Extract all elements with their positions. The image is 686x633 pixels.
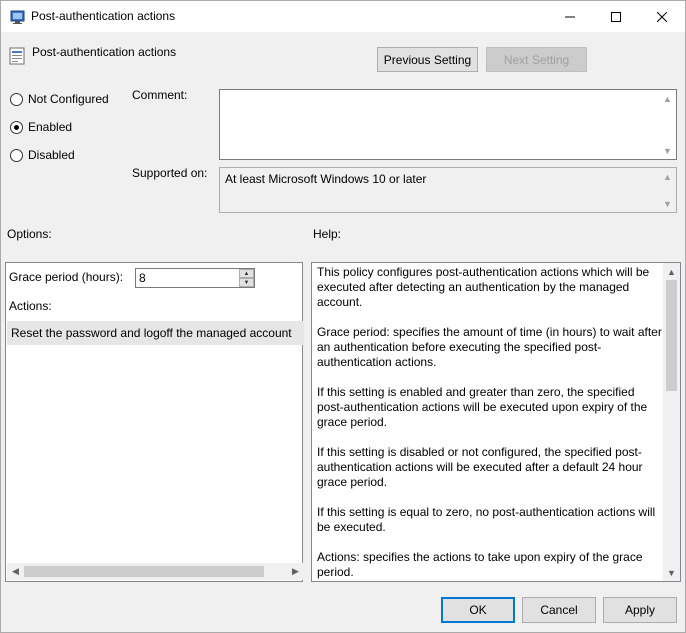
help-panel: This policy configures post-authenticati… [311,262,681,582]
ok-button[interactable]: OK [441,597,515,623]
help-label: Help: [313,227,342,241]
grace-period-value[interactable]: 8 [139,271,146,285]
options-label: Options: [7,227,52,241]
close-icon [657,11,667,22]
scroll-thumb[interactable] [24,566,264,577]
comment-field[interactable]: ▲ ▼ [219,89,677,160]
minimize-icon [565,16,575,17]
scroll-left-icon[interactable]: ◀ [7,563,24,580]
supported-scrollbar[interactable]: ▲ ▼ [659,168,676,212]
supported-on-value: At least Microsoft Windows 10 or later [225,172,427,186]
actions-dropdown[interactable]: Reset the password and logoff the manage… [7,321,304,345]
next-setting-button[interactable]: Next Setting [486,47,587,72]
scroll-up-icon[interactable]: ▲ [663,263,680,280]
minimize-button[interactable] [547,1,593,32]
scroll-up-icon[interactable]: ▲ [659,168,676,185]
close-button[interactable] [639,1,685,32]
help-paragraph: Actions: specifies the actions to take u… [317,550,643,579]
help-scrollbar[interactable]: ▲ ▼ [663,263,680,581]
grace-period-label: Grace period (hours): [9,270,124,284]
radio-enabled[interactable]: Enabled [10,120,72,134]
radio-disabled[interactable]: Disabled [10,148,75,162]
previous-setting-button[interactable]: Previous Setting [377,47,478,72]
comment-scrollbar[interactable]: ▲ ▼ [659,90,676,159]
stepper-down-icon[interactable]: ▼ [239,278,254,287]
scroll-down-icon[interactable]: ▼ [659,195,676,212]
radio-circle[interactable] [10,120,23,134]
help-paragraph: If this setting is equal to zero, no pos… [317,505,656,534]
actions-selected-value: Reset the password and logoff the manage… [11,326,292,340]
options-hscrollbar[interactable]: ◀ ▶ [7,563,304,580]
help-paragraph: This policy configures post-authenticati… [317,265,650,309]
options-panel: Grace period (hours): 8 ▲ ▼ Actions: Res… [5,262,304,582]
maximize-icon [611,11,621,22]
help-paragraph: If this setting is enabled and greater t… [317,385,648,429]
scroll-thumb[interactable] [666,280,677,391]
radio-not-configured[interactable]: Not Configured [10,92,109,106]
help-text: This policy configures post-authenticati… [317,265,662,581]
scroll-right-icon[interactable]: ▶ [287,563,304,580]
apply-button[interactable]: Apply [603,597,677,623]
radio-circle[interactable] [10,92,23,106]
window-title: Post-authentication actions [31,9,176,23]
stepper-buttons[interactable]: ▲ ▼ [239,269,254,287]
radio-label: Disabled [28,148,75,162]
dialog-window: Post-authentication actions Post-authent… [0,0,686,633]
comment-label: Comment: [132,88,188,102]
cancel-button[interactable]: Cancel [522,597,596,623]
stepper-up-icon[interactable]: ▲ [239,269,254,278]
radio-label: Enabled [28,120,73,134]
scroll-down-icon[interactable]: ▼ [663,564,680,581]
actions-label: Actions: [9,299,52,313]
help-paragraph: If this setting is disabled or not confi… [317,445,643,489]
scroll-down-icon[interactable]: ▼ [659,142,676,159]
supported-on-field: At least Microsoft Windows 10 or later ▲… [219,167,677,213]
title-bar[interactable]: Post-authentication actions [1,1,685,32]
help-paragraph: Grace period: specifies the amount of ti… [317,325,662,369]
maximize-button[interactable] [593,1,639,32]
radio-circle[interactable] [10,148,23,162]
scroll-up-icon[interactable]: ▲ [659,90,676,107]
grace-period-stepper[interactable]: 8 ▲ ▼ [135,268,255,288]
setting-title: Post-authentication actions [32,45,177,59]
supported-on-label: Supported on: [132,166,208,180]
policy-app-icon [10,10,25,24]
radio-label: Not Configured [28,92,109,106]
setting-icon [9,47,25,65]
